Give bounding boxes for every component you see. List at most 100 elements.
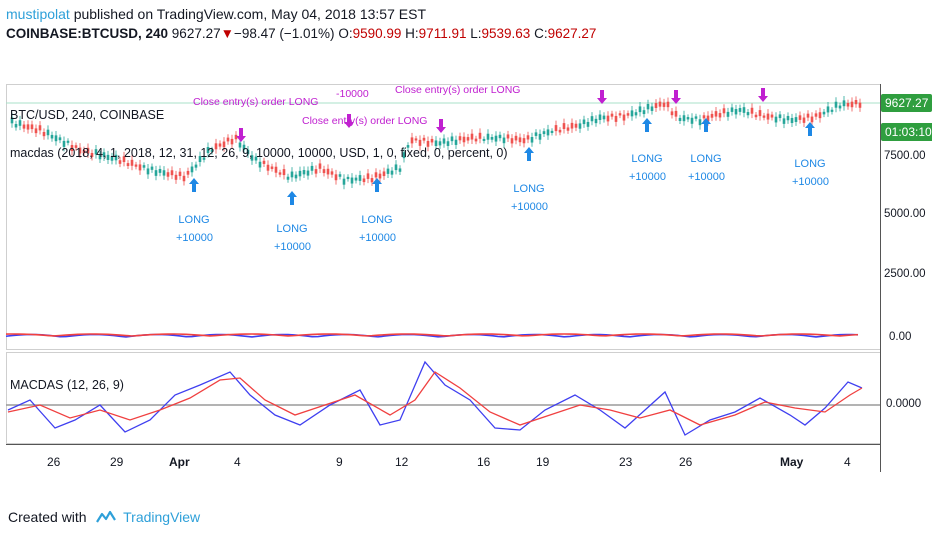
long-entry-1: LONG +10000 (176, 214, 214, 244)
candle-body (490, 137, 494, 140)
candle-body (358, 175, 362, 181)
candle-body (522, 138, 526, 144)
candle-body (758, 110, 762, 117)
candle-body (810, 116, 814, 123)
candle-body (270, 166, 274, 169)
candle-body (530, 137, 534, 143)
candle-body (858, 102, 862, 108)
candle-body (506, 134, 510, 139)
candle-body (850, 101, 854, 108)
candle-body (638, 106, 642, 113)
long-entry-4: LONG +10000 (511, 183, 549, 213)
candle-body (546, 129, 550, 136)
long-arrow-icon (524, 147, 534, 161)
tradingview-logo-icon[interactable] (96, 510, 117, 527)
candle-body (658, 101, 662, 107)
candle-body (354, 177, 358, 181)
y-label-5000: 5000.00 (884, 208, 926, 220)
candle-body (762, 115, 766, 118)
candle-body (798, 115, 802, 120)
candle-body (118, 160, 122, 164)
candle-body (670, 111, 674, 116)
candle-body (26, 124, 30, 130)
candle-body (438, 141, 442, 146)
candle-body (482, 138, 486, 141)
candle-body (570, 122, 574, 129)
candle-body (702, 115, 706, 119)
candle-body (526, 135, 530, 140)
candle-body (486, 133, 490, 140)
time-label: 29 (110, 455, 124, 469)
candle-body (790, 117, 794, 124)
close-arrow-icon (758, 88, 768, 102)
candle-body (590, 116, 594, 122)
close-amount: -10000 (336, 88, 369, 100)
time-label: Apr (169, 455, 190, 469)
candle-body (502, 137, 506, 144)
candle-body (318, 163, 322, 169)
candle-body (58, 137, 62, 141)
candle-body (330, 171, 334, 175)
candle-body (750, 107, 754, 114)
candle-body (738, 108, 742, 112)
candle-body (774, 116, 778, 123)
candle-body (794, 117, 798, 122)
candle-body (786, 115, 790, 121)
candle-body (350, 177, 354, 184)
main-pane-title: BTC/USD, 240, COINBASE (10, 108, 165, 122)
study-legend[interactable]: macdas (2018, 4, 1, 2018, 12, 31, 12, 26… (10, 146, 508, 160)
candle-body (134, 164, 138, 167)
candle-body (478, 132, 482, 139)
candle-body (542, 131, 546, 135)
candle-body (642, 110, 646, 115)
candle-body (418, 139, 422, 146)
candle-body (846, 102, 850, 107)
time-axis[interactable] (6, 444, 880, 473)
candle-body (602, 115, 606, 120)
candle-body (822, 111, 826, 115)
candle-body (634, 112, 638, 116)
candle-body (578, 123, 582, 129)
candle-body (66, 140, 70, 143)
candle-body (710, 113, 714, 118)
candle-body (150, 166, 154, 170)
candle-body (366, 173, 370, 179)
candle-body (498, 134, 502, 139)
candle-body (554, 125, 558, 132)
candle-body (854, 100, 858, 105)
candle-body (46, 129, 50, 136)
long-arrow-icon (287, 191, 297, 205)
candle-body (834, 101, 838, 108)
candle-body (594, 118, 598, 124)
candle-body (782, 118, 786, 124)
candle-body (598, 114, 602, 120)
candle-body (510, 138, 514, 144)
candle-body (726, 111, 730, 117)
candle-body (322, 169, 326, 174)
candle-body (294, 174, 298, 179)
candle-body (334, 174, 338, 181)
candle-body (466, 137, 470, 141)
candle-body (226, 137, 230, 142)
candle-body (458, 136, 462, 141)
candle-body (614, 115, 618, 122)
long-entry-3: LONG +10000 (359, 214, 397, 244)
oscillator-title[interactable]: MACDAS (12, 26, 9) (10, 378, 124, 392)
y-label-0: 0.00 (889, 331, 912, 343)
candle-body (346, 176, 350, 180)
candle-body (38, 125, 42, 131)
candle-body (474, 138, 478, 142)
candle-body (566, 127, 570, 131)
candle-body (154, 170, 158, 176)
candle-body (838, 105, 842, 109)
candle-body (690, 117, 694, 124)
last-price-badge: 9627.27 (881, 94, 932, 112)
candle-body (50, 134, 54, 139)
tradingview-brand[interactable]: TradingView (123, 509, 200, 525)
candle-body (414, 138, 418, 141)
candle-body (410, 137, 414, 144)
candle-body (442, 138, 446, 144)
candle-body (138, 164, 142, 171)
candle-body (558, 129, 562, 133)
candle-body (454, 139, 458, 145)
